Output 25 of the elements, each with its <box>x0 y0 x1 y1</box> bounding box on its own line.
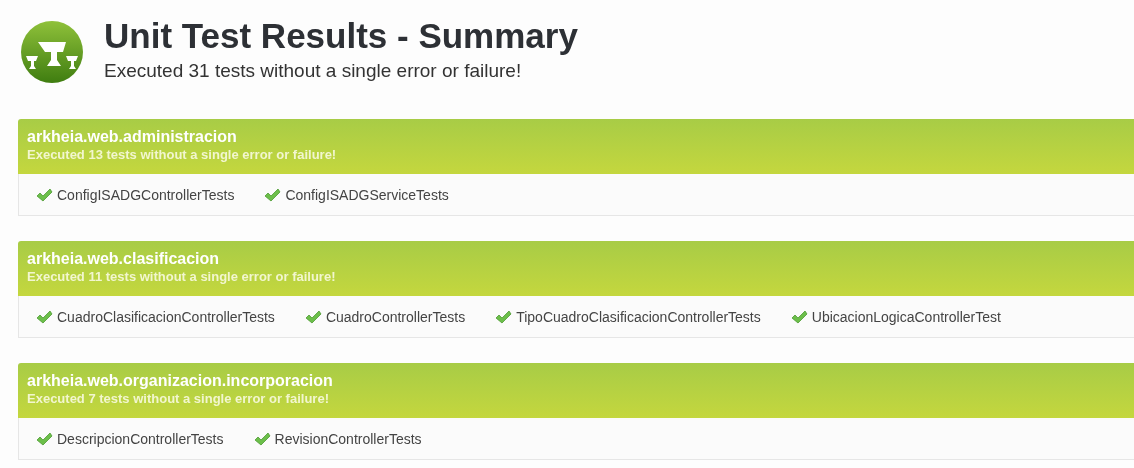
section-summary: Executed 7 tests without a single error or failure! <box>27 390 330 407</box>
test-name: ConfigISADGServiceTests <box>285 187 449 203</box>
test-name: CuadroClasificacionControllerTests <box>57 309 275 325</box>
test-name: DescripcionControllerTests <box>57 431 224 447</box>
section-summary: Executed 11 tests without a single error or failure! <box>27 268 337 285</box>
checkmark-icon <box>790 310 808 324</box>
checkmark-icon <box>36 188 53 202</box>
checkmark-icon <box>36 310 53 324</box>
page-title: Unit Test Results - Summary <box>104 16 578 55</box>
test-name: RevisionControllerTests <box>274 431 422 447</box>
summary-text: Executed 31 tests without a single error or failure! <box>104 60 523 82</box>
checkmark-icon <box>495 310 513 324</box>
test-name: ConfigISADGControllerTests <box>57 187 235 203</box>
section-title: arkheia.web.organizacion.incorporacion <box>27 371 334 390</box>
section-title: arkheia.web.clasificacion <box>27 249 221 268</box>
test-name: UbicacionLogicaControllerTest <box>811 309 1001 325</box>
checkmark-icon <box>36 432 53 446</box>
checkmark-icon <box>304 310 322 324</box>
trophy-logo-icon <box>20 20 84 84</box>
test-name: CuadroControllerTests <box>325 309 466 325</box>
section-summary: Executed 13 tests without a single error or failure! <box>27 146 338 163</box>
section-title: arkheia.web.administracion <box>27 127 238 146</box>
checkmark-icon <box>253 432 271 446</box>
test-name: TipoCuadroClasificacionControllerTests <box>516 309 761 325</box>
checkmark-icon <box>264 188 282 202</box>
